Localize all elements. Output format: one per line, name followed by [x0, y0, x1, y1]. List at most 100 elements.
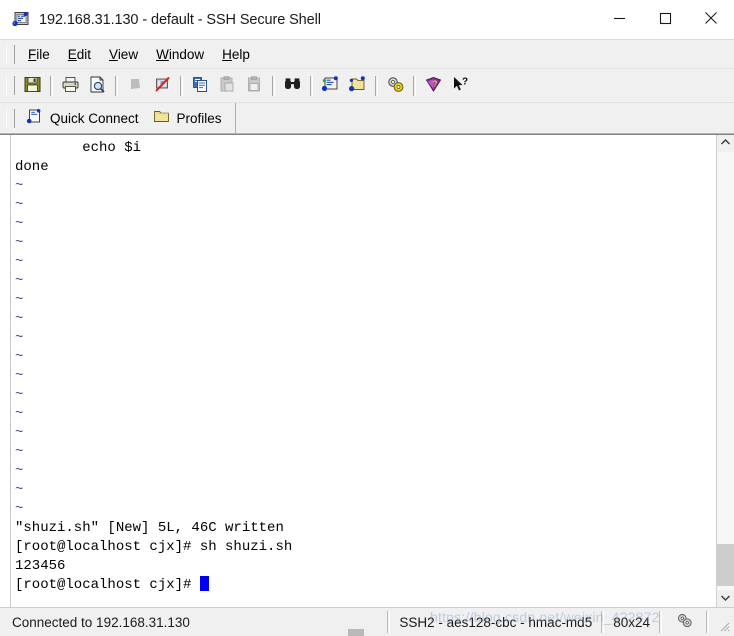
- vim-empty-line-tilde: ~: [15, 349, 24, 365]
- help-book-icon: ?: [424, 75, 443, 97]
- scrollbar-track[interactable]: [717, 152, 734, 590]
- vim-empty-line-tilde: ~: [15, 482, 24, 498]
- vim-empty-line-tilde: ~: [15, 425, 24, 441]
- menu-window[interactable]: Window: [147, 44, 213, 65]
- profiles-label: Profiles: [176, 110, 222, 126]
- quickbar-filler: [234, 103, 734, 133]
- terminal-line: echo $i: [15, 140, 142, 156]
- maximize-icon: [659, 12, 672, 28]
- menu-file[interactable]: File: [19, 44, 59, 65]
- terminal-line: ~: [15, 481, 716, 500]
- terminal-output[interactable]: echo $i done ~ ~ ~ ~ ~ ~ ~ ~ ~ ~ ~ ~ ~ ~ ~ ~ ~ ~ "shuzi.sh" …: [11, 135, 716, 607]
- quick-connect-button[interactable]: Quick Connect: [19, 105, 146, 131]
- terminal-line: [root@localhost cjx]# sh shuzi.sh: [15, 539, 293, 555]
- paste-icon: [218, 75, 237, 97]
- toolbar-separator: [180, 75, 183, 96]
- terminal-line: "shuzi.sh" [New] 5L, 46C written: [15, 520, 284, 536]
- svg-text:?: ?: [433, 79, 438, 88]
- quick-connect-label: Quick Connect: [50, 110, 139, 126]
- menu-edit-label: dit: [76, 46, 92, 62]
- menubar-grip[interactable]: [6, 44, 15, 64]
- titlebar: 192.168.31.130 - default - SSH Secure Sh…: [0, 0, 734, 40]
- menu-view[interactable]: View: [100, 44, 147, 65]
- toolbar-separator: [413, 75, 416, 96]
- terminal-line: ~: [15, 443, 716, 462]
- status-cipher: SSH2 - aes128-cbc - hmac-md5: [399, 614, 593, 630]
- save-button[interactable]: [20, 73, 45, 98]
- quick-connect-icon: [26, 108, 43, 128]
- connect-button[interactable]: [123, 73, 148, 98]
- paste-button[interactable]: [215, 73, 240, 98]
- titlebar-left: 192.168.31.130 - default - SSH Secure Sh…: [0, 11, 596, 29]
- window-controls: [596, 0, 734, 39]
- new-terminal-button[interactable]: [318, 73, 343, 98]
- vim-empty-line-tilde: ~: [15, 216, 24, 232]
- toolbar-grip[interactable]: [6, 76, 15, 95]
- vim-empty-line-tilde: ~: [15, 501, 24, 517]
- copy-button[interactable]: [188, 73, 213, 98]
- settings-icon: [386, 75, 405, 97]
- scroll-up-button[interactable]: [717, 135, 734, 152]
- scroll-down-button[interactable]: [717, 590, 734, 607]
- scrollbar-thumb[interactable]: [717, 544, 734, 586]
- vim-empty-line-tilde: ~: [15, 178, 24, 194]
- context-help-button[interactable]: ?: [448, 73, 473, 98]
- minimize-icon: [613, 12, 626, 28]
- new-file-transfer-button[interactable]: [345, 73, 370, 98]
- profiles-button[interactable]: Profiles: [146, 105, 229, 131]
- toolbar: ? ?: [0, 69, 734, 103]
- terminal-vertical-scrollbar[interactable]: [716, 135, 734, 607]
- terminal-line: ~: [15, 462, 716, 481]
- settings-button[interactable]: [383, 73, 408, 98]
- quick-connect-bar: Quick Connect Profiles: [0, 103, 734, 134]
- status-icon-cell: [662, 608, 706, 636]
- terminal-area: echo $i done ~ ~ ~ ~ ~ ~ ~ ~ ~ ~ ~ ~ ~ ~ ~ ~ ~ ~ "shuzi.sh" …: [0, 134, 734, 607]
- terminal-line: ~: [15, 424, 716, 443]
- disconnect-button[interactable]: [150, 73, 175, 98]
- terminal-line: [root@localhost cjx]#: [15, 576, 716, 595]
- status-connection: Connected to 192.168.31.130: [12, 614, 190, 630]
- paste-clipboard-button[interactable]: [242, 73, 267, 98]
- close-button[interactable]: [688, 0, 734, 39]
- svg-text:?: ?: [462, 76, 468, 87]
- terminal-line: ~: [15, 215, 716, 234]
- vim-empty-line-tilde: ~: [15, 311, 24, 327]
- find-button[interactable]: [280, 73, 305, 98]
- disconnect-icon: [153, 75, 172, 97]
- vim-empty-line-tilde: ~: [15, 292, 24, 308]
- menu-help[interactable]: Help: [213, 44, 259, 65]
- terminal-cursor: [199, 576, 209, 591]
- terminal-line: ~: [15, 348, 716, 367]
- close-icon: [704, 11, 718, 28]
- vim-empty-line-tilde: ~: [15, 197, 24, 213]
- vim-empty-line-tilde: ~: [15, 330, 24, 346]
- terminal-line: ~: [15, 310, 716, 329]
- quickbar-grip[interactable]: [6, 108, 15, 128]
- terminal-line: ~: [15, 272, 716, 291]
- status-terminal-size: 80x24: [613, 614, 650, 630]
- print-preview-button[interactable]: [85, 73, 110, 98]
- print-icon: [61, 75, 80, 97]
- find-icon: [283, 75, 302, 97]
- vim-empty-line-tilde: ~: [15, 235, 24, 251]
- toolbar-separator: [310, 75, 313, 96]
- toolbar-separator: [375, 75, 378, 96]
- vim-empty-line-tilde: ~: [15, 444, 24, 460]
- menu-edit[interactable]: Edit: [59, 44, 100, 65]
- copy-icon: [191, 75, 210, 97]
- help-book-button[interactable]: ?: [421, 73, 446, 98]
- maximize-button[interactable]: [642, 0, 688, 39]
- menu-window-label: indow: [168, 46, 205, 62]
- vim-empty-line-tilde: ~: [15, 273, 24, 289]
- ssh-terminal-icon: [12, 11, 30, 29]
- minimize-button[interactable]: [596, 0, 642, 39]
- print-button[interactable]: [58, 73, 83, 98]
- terminal-line: 123456: [15, 558, 66, 574]
- terminal-line: ~: [15, 329, 716, 348]
- toolbar-separator: [115, 75, 118, 96]
- horizontal-scroll-nub[interactable]: [348, 629, 364, 636]
- terminal-line: ~: [15, 253, 716, 272]
- chevron-down-icon: [720, 591, 731, 606]
- window-resize-grip[interactable]: [709, 608, 734, 636]
- terminal-line: ~: [15, 386, 716, 405]
